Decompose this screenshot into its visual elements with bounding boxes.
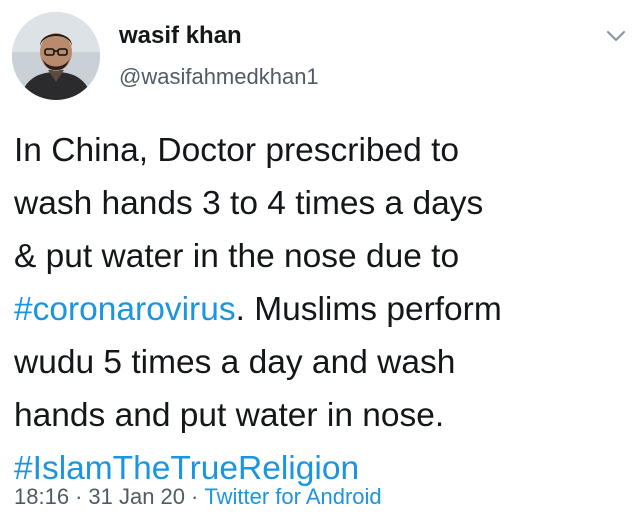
- tweet-card: wasif khan @wasifahmedkhan1 In China, Do…: [0, 0, 640, 530]
- tweet-line: hands and put water in nose.: [14, 397, 445, 434]
- tweet-text: In China, Doctor prescribed to wash hand…: [14, 124, 626, 495]
- tweet-line: In China, Doctor prescribed to: [14, 132, 460, 169]
- tweet-menu-button[interactable]: [604, 24, 628, 48]
- display-name[interactable]: wasif khan: [119, 22, 242, 50]
- tweet-line: & put water in the nose due to: [14, 238, 460, 275]
- meta-separator: ·: [191, 484, 199, 509]
- meta-separator: ·: [75, 484, 83, 509]
- chevron-down-icon: [606, 30, 626, 42]
- hashtag-islamthetruereligion[interactable]: #IslamTheTrueReligion: [14, 450, 359, 487]
- avatar-photo-icon: [12, 12, 100, 100]
- hashtag-coronarovirus[interactable]: #coronarovirus: [14, 291, 236, 328]
- tweet-line: wash hands 3 to 4 times a days: [14, 185, 484, 222]
- user-handle[interactable]: @wasifahmedkhan1: [119, 64, 319, 90]
- tweet-date[interactable]: 31 Jan 20: [88, 484, 185, 509]
- avatar[interactable]: [12, 12, 100, 100]
- tweet-source-link[interactable]: Twitter for Android: [204, 484, 381, 509]
- tweet-line: wudu 5 times a day and wash: [14, 344, 456, 381]
- tweet-line: #coronarovirus. Muslims perform: [14, 283, 626, 336]
- tweet-meta: 18:16 · 31 Jan 20 · Twitter for Android: [14, 484, 382, 510]
- tweet-time[interactable]: 18:16: [14, 484, 69, 509]
- tweet-text-fragment: . Muslims perform: [235, 291, 502, 328]
